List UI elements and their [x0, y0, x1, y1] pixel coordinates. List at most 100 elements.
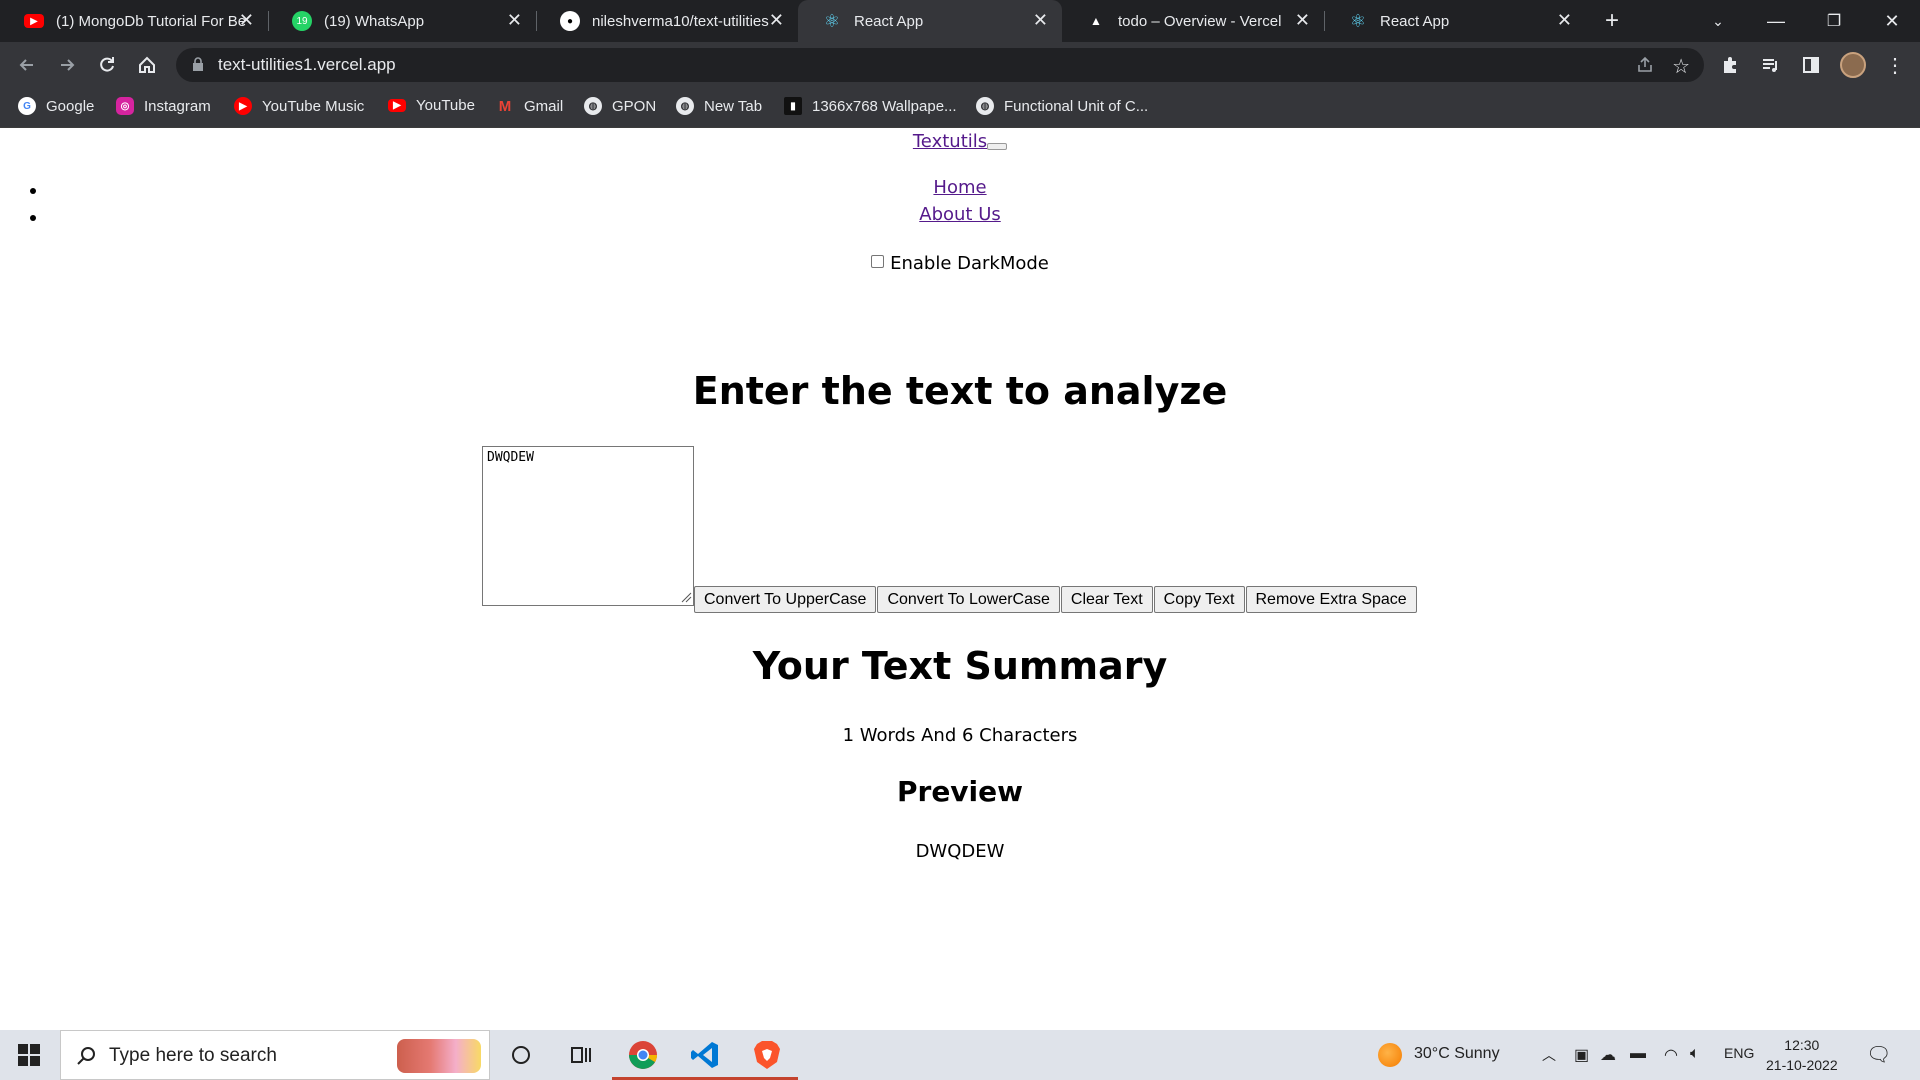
weather-sun-icon[interactable] — [1378, 1043, 1402, 1067]
clock-time: 12:30 — [1784, 1037, 1820, 1053]
close-icon[interactable]: ✕ — [239, 10, 254, 31]
tab-strip: ▶ (1) MongoDb Tutorial For Beginners ✕ 1… — [0, 0, 1920, 42]
close-icon[interactable]: ✕ — [1033, 10, 1048, 31]
windows-taskbar: Type here to search 30°C Sunny ︿ ▣ ☁ ▬ ◠… — [0, 1030, 1920, 1080]
bookmark-youtube-music[interactable]: ▶ YouTube Music — [234, 97, 364, 115]
home-icon — [139, 56, 155, 73]
gmail-icon: M — [498, 97, 512, 115]
tab-title: React App — [854, 12, 924, 30]
close-icon[interactable]: ✕ — [507, 10, 522, 31]
darkmode-checkbox[interactable] — [871, 255, 885, 268]
bookmark-gmail[interactable]: M Gmail — [496, 97, 563, 115]
onedrive-cloud-icon[interactable]: ☁ — [1600, 1045, 1616, 1065]
tab-5[interactable]: ⚛ React App ✕ — [1324, 0, 1586, 42]
address-bar[interactable]: text-utilities1.vercel.app ☆ — [176, 48, 1704, 82]
minimize-button[interactable]: — — [1748, 0, 1804, 42]
vercel-icon: ▲ — [1090, 14, 1102, 28]
globe-icon: ◍ — [676, 97, 694, 115]
tab-4[interactable]: ▲ todo – Overview - Vercel ✕ — [1062, 0, 1324, 42]
bookmark-label: YouTube Music — [262, 97, 365, 115]
bookmark-instagram[interactable]: ◎ Instagram — [116, 97, 211, 115]
bookmark-new-tab[interactable]: ◍ New Tab — [676, 97, 762, 115]
new-tab-button[interactable]: + — [1584, 0, 1640, 42]
bookmark-functional-unit[interactable]: ◍ Functional Unit of C... — [976, 97, 1148, 115]
profile-button[interactable] — [1838, 50, 1868, 80]
uppercase-button[interactable]: Convert To UpperCase — [694, 586, 877, 613]
menu-kebab-icon[interactable]: ⋮ — [1880, 50, 1910, 80]
weather-text[interactable]: 30°C Sunny — [1414, 1045, 1500, 1063]
brand-link[interactable]: Textutils — [913, 131, 987, 152]
side-panel-icon — [1803, 57, 1819, 73]
share-icon[interactable] — [1636, 56, 1654, 74]
wifi-icon[interactable]: ◠ — [1664, 1045, 1678, 1065]
extensions-button[interactable] — [1716, 50, 1746, 80]
text-input-area[interactable]: DWQDEW — [482, 446, 694, 606]
copy-text-button[interactable]: Copy Text — [1153, 586, 1245, 613]
restore-button[interactable]: ❐ — [1806, 0, 1862, 42]
bookmark-youtube[interactable]: ▶ YouTube — [388, 97, 475, 114]
language-indicator[interactable]: ENG — [1724, 1045, 1754, 1061]
close-icon[interactable]: ✕ — [1295, 10, 1310, 31]
notification-icon[interactable]: 🗨︎ — [1866, 1042, 1891, 1067]
tab-title: (1) MongoDb Tutorial For Beginners — [56, 12, 246, 30]
tab-search-chevron-icon[interactable]: ⌄ — [1690, 0, 1746, 42]
taskbar-search-box[interactable]: Type here to search — [60, 1030, 490, 1080]
bookmark-gpon[interactable]: ◍ GPON — [584, 97, 656, 115]
bookmarks-bar: G Google ◎ Instagram ▶ YouTube Music ▶ Y… — [0, 88, 1920, 128]
nav-link-home[interactable]: Home — [933, 177, 986, 198]
home-button[interactable] — [132, 50, 162, 80]
cortana-circle-icon — [512, 1046, 530, 1064]
reload-button[interactable] — [92, 50, 122, 80]
bookmark-label: New Tab — [704, 97, 763, 115]
task-view-button[interactable] — [490, 1030, 552, 1080]
bookmark-wallpaper[interactable]: ▮ 1366x768 Wallpape... — [784, 97, 957, 115]
clock[interactable]: 12:30 21-10-2022 — [1766, 1035, 1838, 1075]
darkmode-toggle[interactable]: Enable DarkMode — [0, 253, 1920, 274]
tray-chevron-up-icon[interactable]: ︿ — [1542, 1045, 1556, 1065]
whatsapp-icon: 19 — [292, 11, 312, 31]
taskbar-brave[interactable] — [736, 1030, 798, 1080]
taskbar-vscode[interactable] — [674, 1030, 736, 1080]
react-icon: ⚛ — [1349, 10, 1367, 31]
search-highlight-icon — [397, 1039, 481, 1073]
resize-handle-icon[interactable] — [680, 591, 692, 603]
forward-button[interactable] — [52, 50, 82, 80]
remove-extra-space-button[interactable]: Remove Extra Space — [1245, 586, 1417, 613]
start-button[interactable] — [18, 1044, 40, 1071]
clock-date: 21-10-2022 — [1766, 1057, 1838, 1073]
lock-icon[interactable] — [192, 57, 204, 72]
bookmark-label: GPON — [612, 97, 657, 115]
lowercase-button[interactable]: Convert To LowerCase — [877, 586, 1060, 613]
task-view-grid-button[interactable] — [550, 1030, 612, 1080]
reload-icon — [100, 57, 114, 72]
bookmark-label: Instagram — [144, 97, 211, 115]
side-panel-button[interactable] — [1796, 50, 1826, 80]
bookmark-star-icon[interactable]: ☆ — [1672, 54, 1690, 79]
close-icon[interactable]: ✕ — [769, 10, 784, 31]
close-window-button[interactable]: ✕ — [1864, 0, 1920, 42]
nav-link-about[interactable]: About Us — [919, 204, 1001, 225]
puzzle-icon — [1724, 57, 1736, 73]
url-text[interactable]: text-utilities1.vercel.app — [218, 55, 396, 75]
volume-icon[interactable]: 🔈︎ — [1690, 1045, 1700, 1063]
battery-icon[interactable]: ▬ — [1630, 1045, 1646, 1063]
back-button[interactable] — [12, 50, 42, 80]
navbar-toggler-button[interactable] — [987, 143, 1008, 150]
meet-now-icon[interactable]: ▣ — [1574, 1045, 1589, 1065]
clear-text-button[interactable]: Clear Text — [1060, 586, 1153, 613]
browser-toolbar: text-utilities1.vercel.app ☆ ⋮ — [0, 42, 1920, 88]
media-control-button[interactable] — [1756, 50, 1786, 80]
tab-1[interactable]: 19 (19) WhatsApp ✕ — [268, 0, 536, 42]
tab-2[interactable]: ● nileshverma10/text-utilities ✕ — [536, 0, 798, 42]
close-icon[interactable]: ✕ — [1557, 10, 1572, 31]
tab-0[interactable]: ▶ (1) MongoDb Tutorial For Beginners ✕ — [0, 0, 268, 42]
tab-title: nileshverma10/text-utilities — [592, 12, 769, 30]
back-arrow-icon — [19, 59, 33, 71]
bookmark-label: YouTube — [416, 97, 475, 114]
bookmark-label: Gmail — [524, 97, 564, 115]
preview-text: DWQDEW — [915, 841, 1005, 862]
bookmark-google[interactable]: G Google — [18, 97, 94, 115]
github-icon: ● — [560, 11, 580, 31]
taskbar-chrome[interactable] — [612, 1030, 674, 1080]
tab-3-active[interactable]: ⚛ React App ✕ — [798, 0, 1062, 42]
